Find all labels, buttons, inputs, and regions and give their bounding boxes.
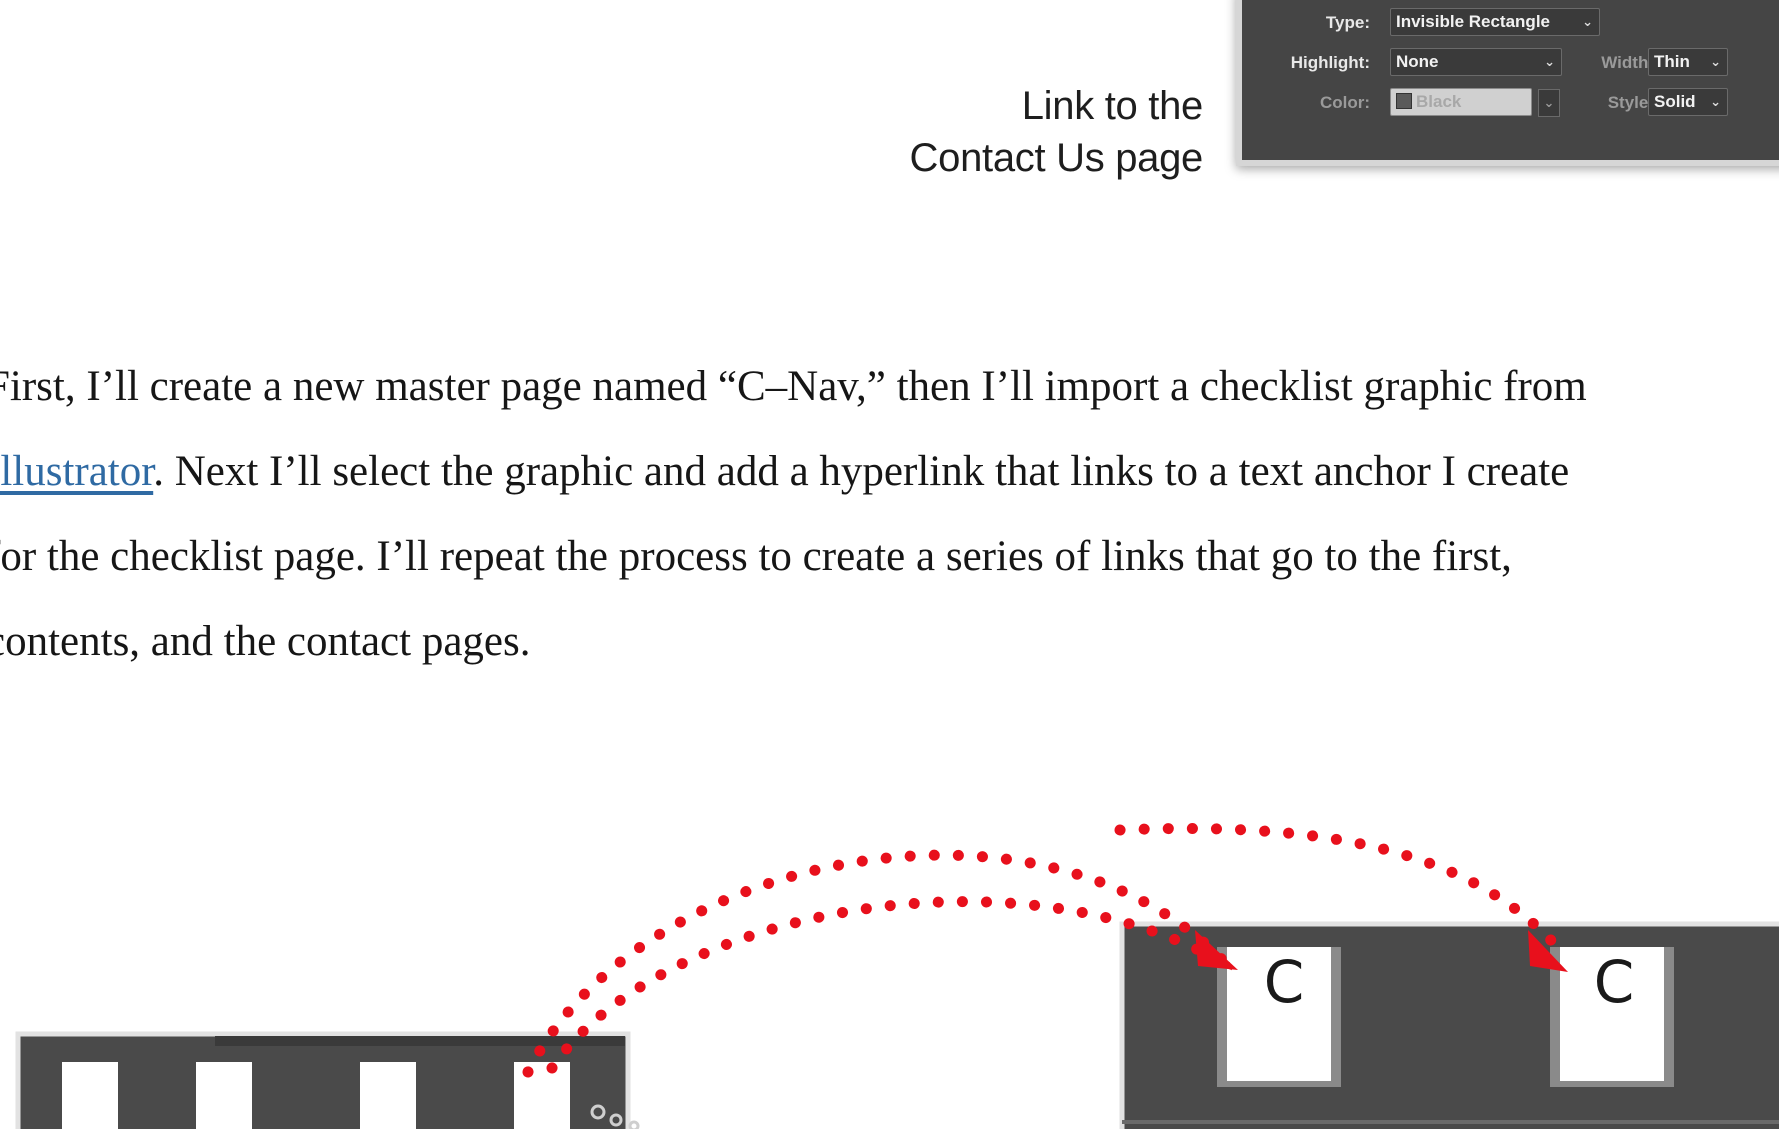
page-letter-c: C xyxy=(1264,948,1305,1016)
type-row: Type: Invisible Rectangle ⌄ xyxy=(1242,8,1779,38)
width-value: Thin xyxy=(1654,52,1690,71)
color-label: Color: xyxy=(1319,93,1370,112)
paragraph-line-2-rest: . Next I’ll select the graphic and add a… xyxy=(153,448,1570,495)
chevron-down-icon: ⌄ xyxy=(1544,54,1555,69)
page-thumbnail xyxy=(514,1062,570,1129)
type-value: Invisible Rectangle xyxy=(1396,12,1550,31)
color-swatch xyxy=(1396,93,1412,109)
chevron-down-icon: ⌄ xyxy=(1710,54,1721,69)
master-page-link-diagram: C C xyxy=(0,790,1779,1129)
highlight-row: Highlight: None ⌄ Width: Thin ⌄ xyxy=(1242,48,1779,78)
color-select[interactable]: Black xyxy=(1390,88,1532,116)
paragraph-line-1: First, I’ll create a new master page nam… xyxy=(0,363,1587,410)
caption-line-2: Contact Us page xyxy=(909,136,1204,180)
color-value: Black xyxy=(1416,92,1462,111)
body-paragraph: First, I’ll create a new master page nam… xyxy=(0,344,1779,684)
width-label: Width: xyxy=(1601,53,1654,72)
style-value: Solid xyxy=(1654,92,1696,111)
diagram-svg: C C xyxy=(15,823,1779,1129)
figure-caption: Link to the Contact Us page xyxy=(909,80,1204,184)
page-thumbnail xyxy=(360,1062,416,1129)
page-thumbnail xyxy=(62,1062,118,1129)
type-select[interactable]: Invisible Rectangle ⌄ xyxy=(1390,8,1600,36)
paragraph-line-4: contents, and the contact pages. xyxy=(0,618,531,665)
link-handle xyxy=(628,1120,640,1129)
chevron-down-icon: ⌄ xyxy=(1710,94,1721,109)
source-spread xyxy=(15,1031,640,1129)
type-label: Type: xyxy=(1325,13,1370,32)
highlight-label: Highlight: xyxy=(1290,53,1370,72)
chevron-down-icon[interactable]: ⌄ xyxy=(1538,89,1560,117)
style-select[interactable]: Solid ⌄ xyxy=(1648,88,1728,116)
illustrator-link[interactable]: Illustrator xyxy=(0,448,153,495)
highlight-value: None xyxy=(1396,52,1439,71)
paragraph-line-2: Illustrator. Next I’ll select the graphi… xyxy=(0,429,1779,514)
page-letter-c: C xyxy=(1594,948,1635,1016)
caption-line-1: Link to the xyxy=(1021,84,1204,128)
destination-spread-divider xyxy=(1122,1120,1779,1124)
highlight-select[interactable]: None ⌄ xyxy=(1390,48,1562,76)
chevron-down-icon: ⌄ xyxy=(1582,14,1593,29)
width-select[interactable]: Thin ⌄ xyxy=(1648,48,1728,76)
paragraph-line-3: for the checklist page. I’ll repeat the … xyxy=(0,533,1512,580)
color-row: Color: Black ⌄ Style: Solid ⌄ xyxy=(1242,88,1779,118)
hyperlink-appearance-panel: Type: Invisible Rectangle ⌄ Highlight: N… xyxy=(1236,0,1779,166)
page-thumbnail xyxy=(196,1062,252,1129)
